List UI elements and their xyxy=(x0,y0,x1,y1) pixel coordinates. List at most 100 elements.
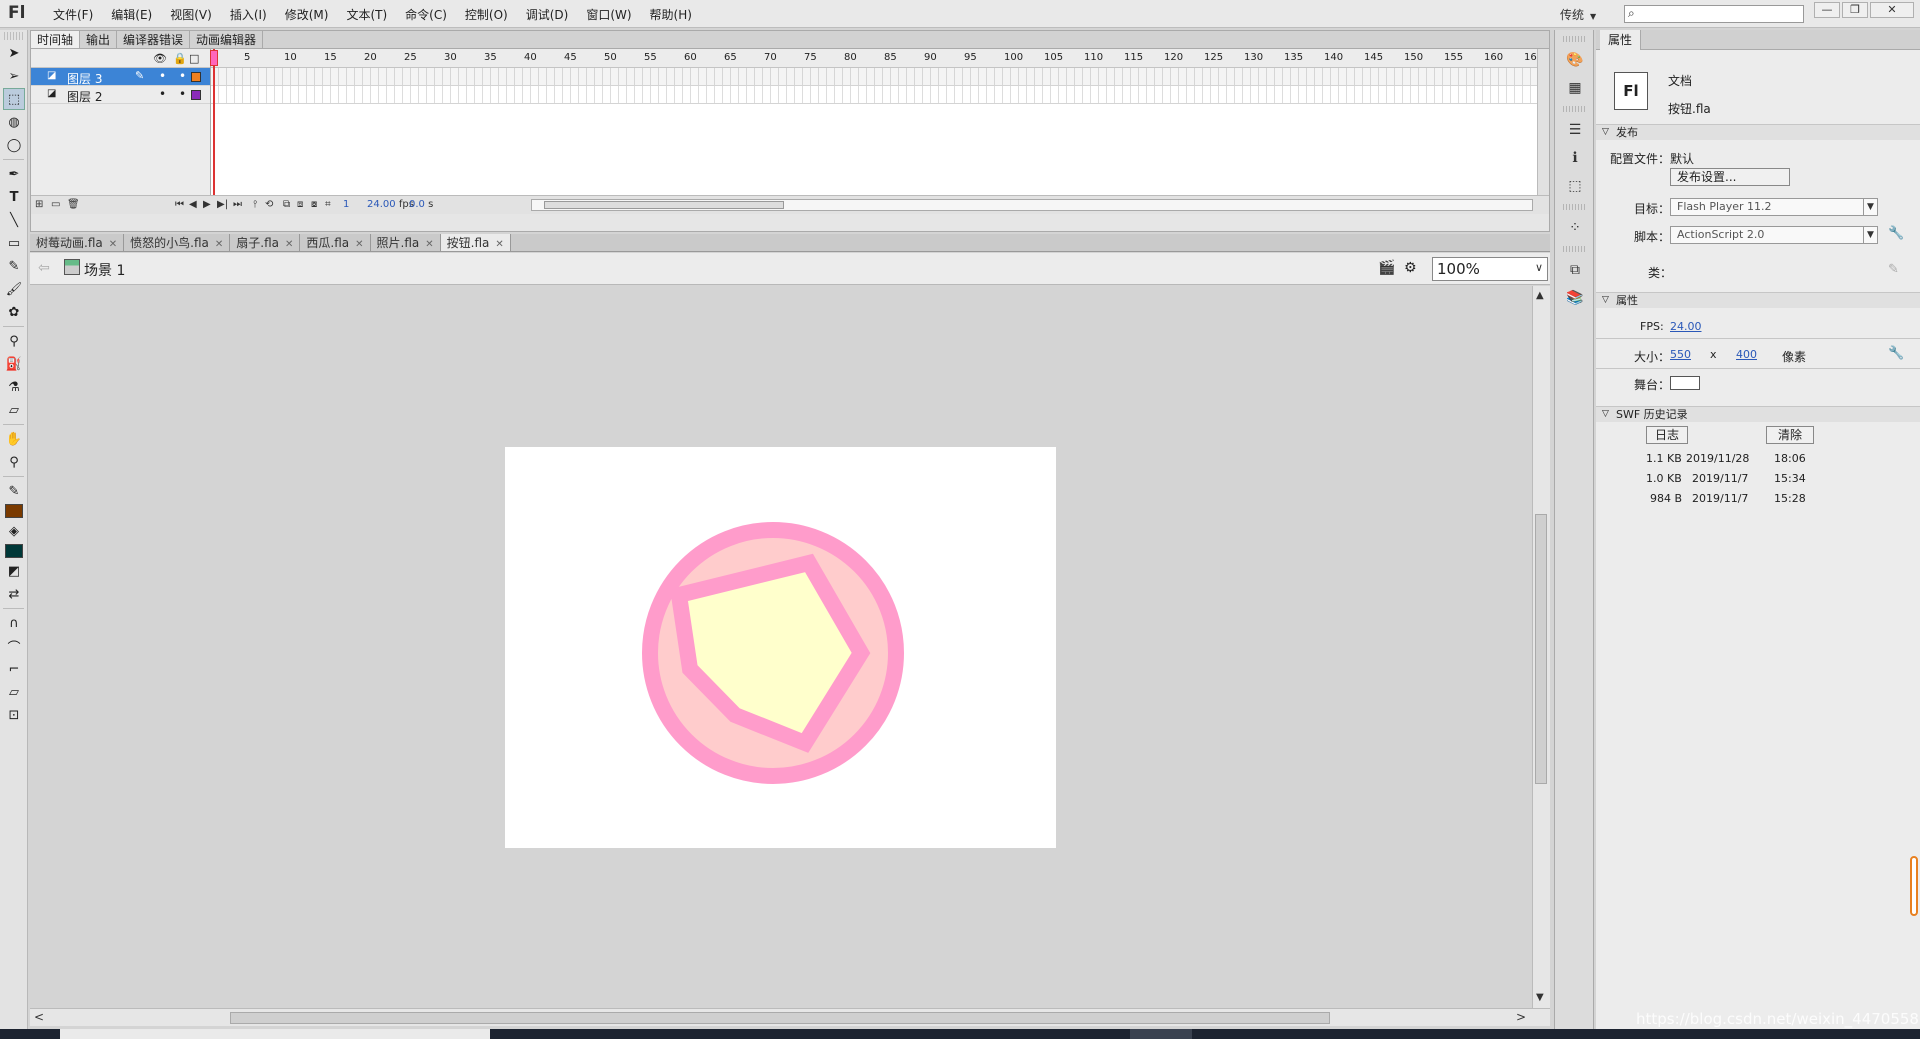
fill-color-swatch[interactable] xyxy=(5,544,23,558)
align-panel-icon[interactable]: ☰ xyxy=(1562,118,1588,142)
panel-scrollbar[interactable] xyxy=(1910,856,1918,916)
taskbar-item[interactable] xyxy=(60,1029,490,1039)
play-icon[interactable]: ▶ xyxy=(203,199,211,210)
frame-row[interactable] xyxy=(211,68,1537,86)
menu-help[interactable]: 帮助(H) xyxy=(641,6,701,23)
frame-ruler[interactable]: 1510152025303540455055606570758085909510… xyxy=(211,49,1537,68)
lasso-tool-icon[interactable]: ◯ xyxy=(3,134,25,156)
doc-tab[interactable]: 西瓜.fla ✕ xyxy=(300,234,371,251)
stage-artwork[interactable] xyxy=(505,447,1056,848)
subselection-tool-icon[interactable]: ➢ xyxy=(3,65,25,87)
transform-panel-icon[interactable]: ⬚ xyxy=(1562,174,1588,198)
eye-icon[interactable]: 👁 xyxy=(153,52,167,65)
clear-button[interactable]: 清除 xyxy=(1766,426,1814,444)
scroll-thumb[interactable] xyxy=(1535,514,1547,784)
stroke-color-swatch[interactable] xyxy=(5,504,23,518)
frame-grid[interactable]: 1510152025303540455055606570758085909510… xyxy=(211,49,1537,195)
restore-button[interactable]: ❐ xyxy=(1842,2,1868,18)
menu-file[interactable]: 文件(F) xyxy=(44,6,102,23)
library-panel-icon[interactable]: 📚 xyxy=(1562,286,1588,310)
current-frame[interactable]: 1 xyxy=(343,199,349,210)
menu-commands[interactable]: 命令(C) xyxy=(396,6,456,23)
tab-properties[interactable]: 属性 xyxy=(1600,30,1642,50)
pen-tool-icon[interactable]: ✒ xyxy=(3,163,25,185)
frame-row[interactable] xyxy=(211,86,1537,104)
edit-class-pencil-icon[interactable]: ✎ xyxy=(1888,262,1899,277)
zoom-select[interactable]: 100% ∨ xyxy=(1432,257,1548,281)
close-icon[interactable]: ✕ xyxy=(215,239,223,250)
layer-row[interactable]: ◪ 图层 3 ✎ • • xyxy=(31,68,210,86)
snap-magnet-icon[interactable]: ∩ xyxy=(3,612,25,634)
pencil-tool-icon[interactable]: ✎ xyxy=(3,255,25,277)
delete-layer-icon[interactable]: 🗑 xyxy=(67,199,80,210)
info-panel-icon[interactable]: ℹ xyxy=(1562,146,1588,170)
color-panel-icon[interactable]: 🎨 xyxy=(1562,48,1588,72)
wrench-icon[interactable]: 🔧 xyxy=(1888,346,1904,361)
line-tool-icon[interactable]: ╲ xyxy=(3,209,25,231)
close-icon[interactable]: ✕ xyxy=(109,239,117,250)
onion-markers-icon[interactable]: ⌗ xyxy=(325,199,331,210)
doc-tab[interactable]: 照片.fla ✕ xyxy=(371,234,441,251)
free-transform-tool-icon[interactable]: ⬚ xyxy=(3,88,25,110)
step-forward-icon[interactable]: ▶| xyxy=(217,199,228,210)
swatches-panel-icon[interactable]: ▦ xyxy=(1562,76,1588,100)
section-swf-history[interactable]: ▽ SWF 历史记录 xyxy=(1596,406,1920,422)
panel-grip[interactable] xyxy=(1563,36,1585,42)
scroll-right-icon[interactable]: > xyxy=(1516,1010,1526,1024)
visibility-dot[interactable]: • xyxy=(159,69,166,83)
step-back-icon[interactable]: ◀ xyxy=(189,199,197,210)
target-select[interactable]: Flash Player 11.2 ▼ xyxy=(1670,198,1878,216)
rotate-skew-icon[interactable]: ▱ xyxy=(3,681,25,703)
menu-insert[interactable]: 插入(I) xyxy=(221,6,276,23)
tab-compiler-errors[interactable]: 编译器错误 xyxy=(117,31,191,48)
rectangle-tool-icon[interactable]: ▭ xyxy=(3,232,25,254)
motion-presets-icon[interactable]: ⁘ xyxy=(1562,216,1588,240)
new-folder-icon[interactable]: ▭ xyxy=(51,199,60,210)
lock-dot[interactable]: • xyxy=(179,87,186,101)
edit-scene-icon[interactable]: 🎬 xyxy=(1378,260,1395,276)
panel-grip[interactable] xyxy=(1563,204,1585,210)
lock-dot[interactable]: • xyxy=(179,69,186,83)
deco-tool-icon[interactable]: ✿ xyxy=(3,301,25,323)
tab-output[interactable]: 输出 xyxy=(80,31,118,48)
close-icon[interactable]: ✕ xyxy=(495,239,503,250)
workspace-switcher[interactable]: 传统 ▼ xyxy=(1560,6,1596,23)
hand-tool-icon[interactable]: ✋ xyxy=(3,428,25,450)
doc-tab[interactable]: 树莓动画.fla ✕ xyxy=(30,234,125,251)
wrench-icon[interactable]: 🔧 xyxy=(1888,226,1904,241)
selection-tool-icon[interactable]: ➤ xyxy=(3,42,25,64)
zoom-tool-icon[interactable]: ⚲ xyxy=(3,451,25,473)
onion-outline-icon[interactable]: ⧈ xyxy=(297,199,303,210)
eyedropper-tool-icon[interactable]: ⚗ xyxy=(3,376,25,398)
scale-icon[interactable]: ⊡ xyxy=(3,704,25,726)
timeline-scrollbar[interactable] xyxy=(1537,49,1549,195)
components-panel-icon[interactable]: ⧉ xyxy=(1562,258,1588,282)
brush-tool-icon[interactable]: 🖌 xyxy=(3,278,25,300)
playhead-handle[interactable] xyxy=(210,50,218,66)
height-value[interactable]: 400 xyxy=(1736,348,1757,361)
menu-modify[interactable]: 修改(M) xyxy=(276,6,338,23)
edit-symbol-icon[interactable]: ⚙ xyxy=(1404,260,1417,276)
layer-color-box[interactable] xyxy=(191,72,201,82)
menu-edit[interactable]: 编辑(E) xyxy=(102,6,161,23)
stage[interactable] xyxy=(505,447,1056,848)
scroll-left-icon[interactable]: < xyxy=(34,1010,44,1024)
doc-tab-active[interactable]: 按钮.fla ✕ xyxy=(440,234,511,251)
fill-color-icon[interactable]: ◈ xyxy=(3,520,25,542)
width-value[interactable]: 550 xyxy=(1670,348,1691,361)
paint-bucket-tool-icon[interactable]: ⛽ xyxy=(3,353,25,375)
straighten-icon[interactable]: ⌐ xyxy=(3,658,25,680)
tab-motion-editor[interactable]: 动画编辑器 xyxy=(190,31,264,48)
close-icon[interactable]: ✕ xyxy=(285,239,293,250)
pasteboard[interactable] xyxy=(30,286,1532,1008)
visibility-dot[interactable]: • xyxy=(159,87,166,101)
script-select[interactable]: ActionScript 2.0 ▼ xyxy=(1670,226,1878,244)
new-layer-icon[interactable]: ⊞ xyxy=(35,199,43,210)
playhead[interactable] xyxy=(213,49,215,195)
stroke-color-icon[interactable]: ✎ xyxy=(3,480,25,502)
swap-colors-icon[interactable]: ⇄ xyxy=(3,583,25,605)
text-tool-icon[interactable]: T xyxy=(3,186,25,208)
menu-view[interactable]: 视图(V) xyxy=(161,6,221,23)
log-button[interactable]: 日志 xyxy=(1646,426,1688,444)
stage-horizontal-scrollbar[interactable]: < > xyxy=(30,1008,1550,1026)
